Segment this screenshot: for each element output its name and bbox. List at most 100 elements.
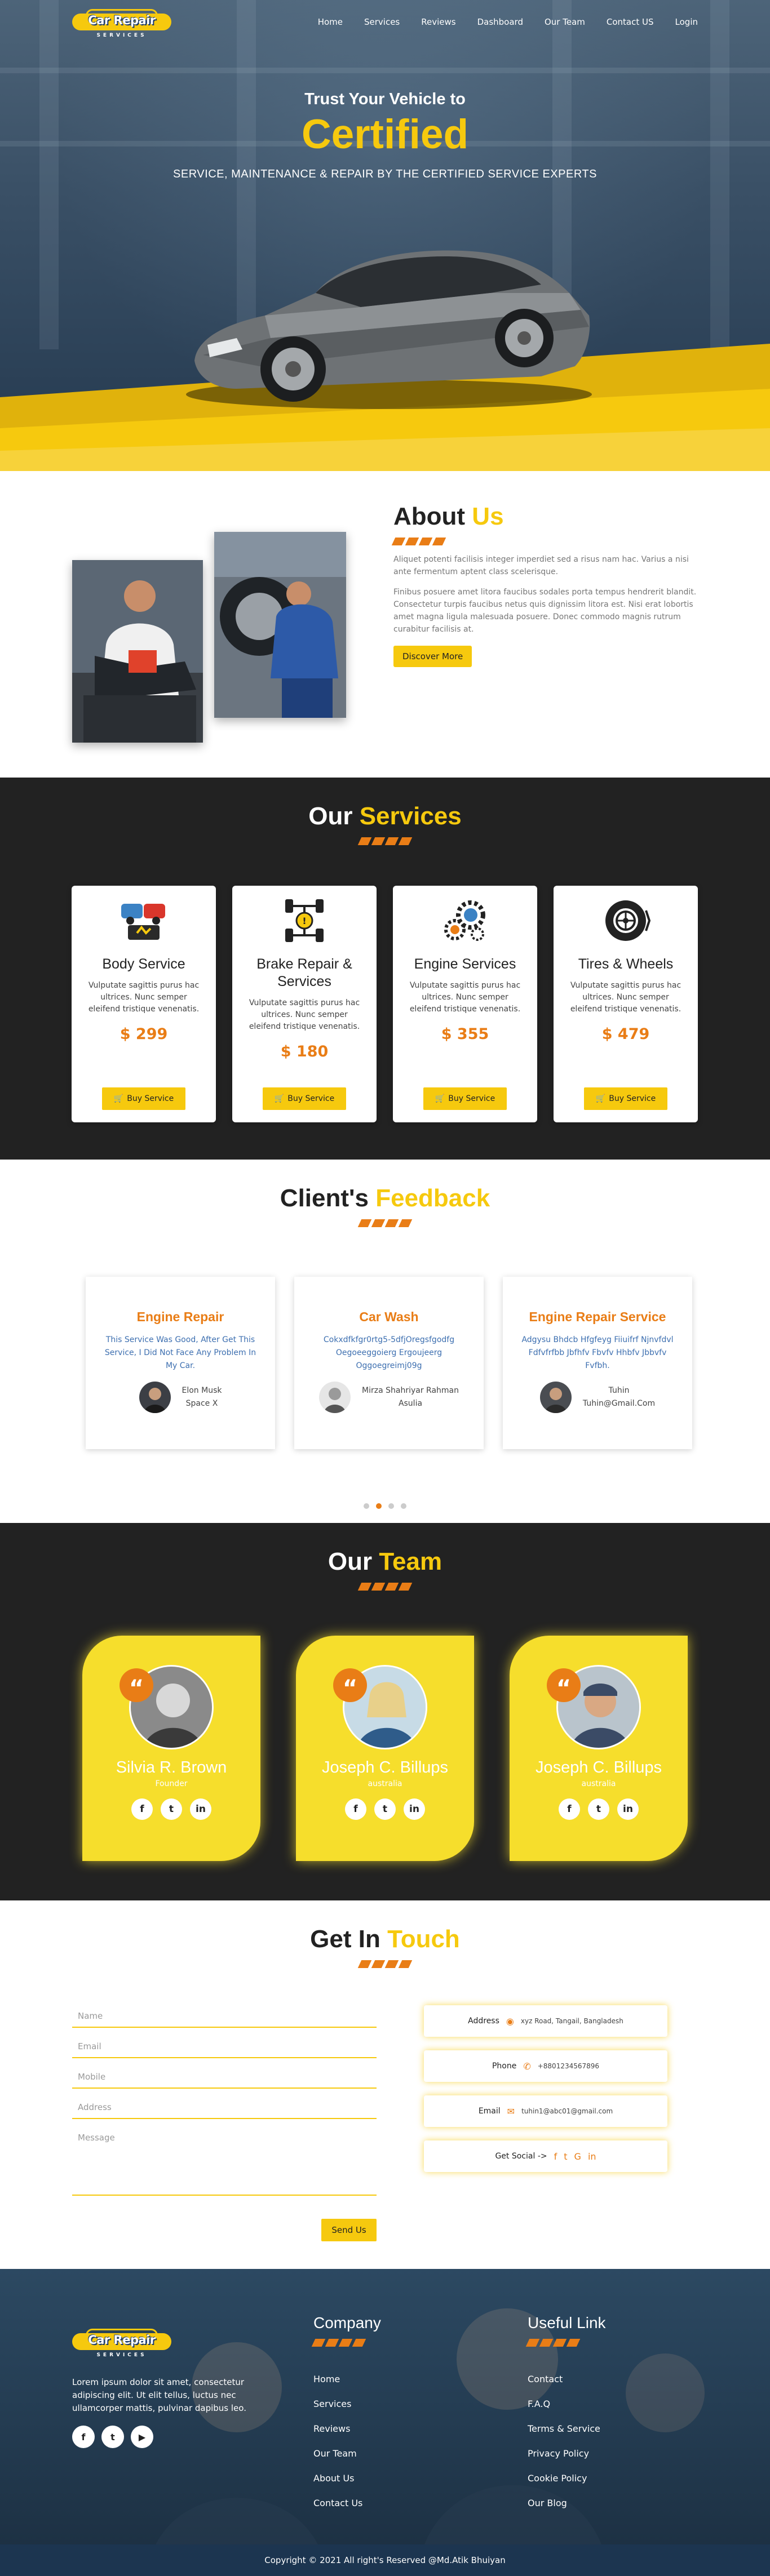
team-member-card: “ Silvia R. Brown Founder f t in [82, 1636, 260, 1861]
nav-dashboard[interactable]: Dashboard [477, 17, 523, 27]
about-title: About Us [393, 503, 504, 530]
testimonial-text: This Service Was Good, After Get This Se… [104, 1335, 256, 1370]
facebook-icon[interactable]: f [345, 1798, 366, 1820]
service-price: $ 180 [280, 1043, 329, 1060]
reviewer-org: Tuhin@Gmail.Com [582, 1399, 656, 1408]
footer-link-privacy[interactable]: Privacy Policy [528, 2441, 606, 2466]
feedback-section: Client's Feedback ‹ › Engine Repair This… [0, 1160, 770, 1523]
tire-icon [599, 894, 653, 948]
footer-link-contact[interactable]: Contact Us [313, 2491, 381, 2516]
footer-link-about[interactable]: About Us [313, 2466, 381, 2491]
title-divider [391, 538, 699, 545]
nav-contact[interactable]: Contact US [607, 17, 654, 27]
email-info: Email ✉ tuhin1@abc01@gmail.com [424, 2095, 667, 2127]
footer-link-faq[interactable]: F.A.Q [528, 2392, 606, 2417]
company-title: Company [313, 2314, 381, 2331]
footer-link-blog[interactable]: Our Blog [528, 2491, 606, 2516]
nav-services[interactable]: Services [364, 17, 400, 27]
footer: Car Repair SERVICES Lorem ipsum dolor si… [0, 2269, 770, 2576]
nav-our-team[interactable]: Our Team [545, 17, 585, 27]
nav-reviews[interactable]: Reviews [421, 17, 455, 27]
carousel-dot[interactable] [401, 1503, 406, 1509]
address-info: Address ◉ xyz Road, Tangail, Bangladesh [424, 2005, 667, 2037]
about-paragraph: Finibus posuere amet litora faucibus sod… [393, 588, 697, 634]
team-member-card: “ Joseph C. Billups australia f t in [296, 1636, 474, 1861]
footer-logo[interactable]: Car Repair SERVICES [72, 2325, 171, 2360]
buy-service-button[interactable]: 🛒 Buy Service [423, 1087, 507, 1110]
carousel-dot[interactable] [388, 1503, 394, 1509]
footer-link-terms[interactable]: Terms & Service [528, 2417, 606, 2441]
linkedin-icon[interactable]: in [190, 1798, 211, 1820]
team-section: Our Team “ Silvia R. Brown Founder f t i… [0, 1523, 770, 1900]
services-section: Our Services Body Service Vulputate sagi… [0, 778, 770, 1160]
service-card: Body Service Vulputate sagittis purus ha… [72, 886, 216, 1122]
name-field[interactable]: Name [72, 2011, 377, 2028]
nav-home[interactable]: Home [318, 17, 343, 27]
brand-logo[interactable]: Car Repair SERVICES [72, 6, 171, 41]
service-title: Tires & Wheels [578, 956, 674, 972]
facebook-icon[interactable]: f [72, 2426, 95, 2448]
carousel-dot[interactable] [376, 1503, 382, 1509]
address-field[interactable]: Address [72, 2102, 377, 2119]
twitter-icon[interactable]: t [374, 1798, 396, 1820]
about-text-block: About Us Aliquet potenti facilisis integ… [391, 503, 699, 667]
discover-more-button[interactable]: Discover More [393, 646, 472, 667]
message-field[interactable]: Message [72, 2133, 377, 2196]
google-icon[interactable]: G [574, 2151, 581, 2162]
twitter-icon[interactable]: t [588, 1798, 609, 1820]
logo-subtext: SERVICES [96, 33, 147, 38]
facebook-icon[interactable]: f [559, 1798, 580, 1820]
social-info: Get Social -> f t G in [424, 2140, 667, 2172]
location-icon: ◉ [506, 2015, 514, 2027]
buy-service-button[interactable]: 🛒 Buy Service [584, 1087, 667, 1110]
useful-links: Useful Link Contact F.A.Q Terms & Servic… [525, 2314, 606, 2516]
testimonial-card: Car Wash Cokxdfkfgr0rtg5-5dfjOregsfgodfg… [294, 1277, 484, 1449]
twitter-icon[interactable]: t [101, 2426, 124, 2448]
linkedin-icon[interactable]: in [588, 2151, 596, 2162]
member-name: Joseph C. Billups [535, 1758, 662, 1776]
footer-link-cookie[interactable]: Cookie Policy [528, 2466, 606, 2491]
service-description: Vulputate sagittis purus hac ultrices. N… [249, 998, 360, 1031]
carousel-dot[interactable] [364, 1503, 369, 1509]
buy-service-button[interactable]: 🛒 Buy Service [102, 1087, 185, 1110]
email-field[interactable]: Email [72, 2041, 377, 2058]
twitter-icon[interactable]: t [564, 2151, 567, 2162]
copyright-bar: Copyright © 2021 All right's Reserved @M… [0, 2544, 770, 2576]
service-title: Body Service [102, 956, 185, 972]
footer-link-contact[interactable]: Contact [528, 2367, 606, 2392]
footer-link-services[interactable]: Services [313, 2392, 381, 2417]
reviewer-name: Mirza Shahriyar Rahman [362, 1386, 459, 1395]
linkedin-icon[interactable]: in [617, 1798, 639, 1820]
mobile-field[interactable]: Mobile [72, 2072, 377, 2089]
service-title: Engine Services [414, 956, 516, 972]
feedback-title: Client's Feedback [0, 1184, 770, 1227]
linkedin-icon[interactable]: in [404, 1798, 425, 1820]
youtube-icon[interactable]: ▶ [131, 2426, 153, 2448]
facebook-icon[interactable]: f [131, 1798, 153, 1820]
footer-link-our-team[interactable]: Our Team [313, 2441, 381, 2466]
avatar [539, 1382, 572, 1413]
service-title: Brake Repair & Services [256, 956, 352, 989]
logo-subtext: SERVICES [96, 2352, 147, 2358]
member-role: australia [581, 1779, 616, 1788]
reviewer-name: Elon Musk [182, 1386, 222, 1395]
service-card: ! Brake Repair & Services Vulputate sagi… [232, 886, 377, 1122]
top-nav: Car Repair SERVICES Home Services Review… [0, 0, 770, 47]
facebook-icon[interactable]: f [554, 2151, 557, 2162]
service-description: Vulputate sagittis purus hac ultrices. N… [570, 981, 682, 1014]
cart-icon: 🛒 [595, 1094, 606, 1103]
team-member-card: “ Joseph C. Billups australia f t in [510, 1636, 688, 1861]
phone-icon: ✆ [523, 2060, 531, 2072]
nav-login[interactable]: Login [675, 17, 698, 27]
twitter-icon[interactable]: t [161, 1798, 182, 1820]
buy-service-button[interactable]: 🛒 Buy Service [263, 1087, 346, 1110]
hero-section: Trust Your Vehicle to Certified SERVICE,… [0, 0, 770, 471]
testimonial-card: Engine Repair This Service Was Good, Aft… [86, 1277, 275, 1449]
team-title: Our Team [0, 1548, 770, 1591]
service-description: Vulputate sagittis purus hac ultrices. N… [409, 981, 521, 1014]
footer-link-home[interactable]: Home [313, 2367, 381, 2392]
engine-gears-icon [438, 894, 492, 948]
footer-link-reviews[interactable]: Reviews [313, 2417, 381, 2441]
services-title: Our Services [0, 802, 770, 845]
send-us-button[interactable]: Send Us [321, 2219, 377, 2241]
